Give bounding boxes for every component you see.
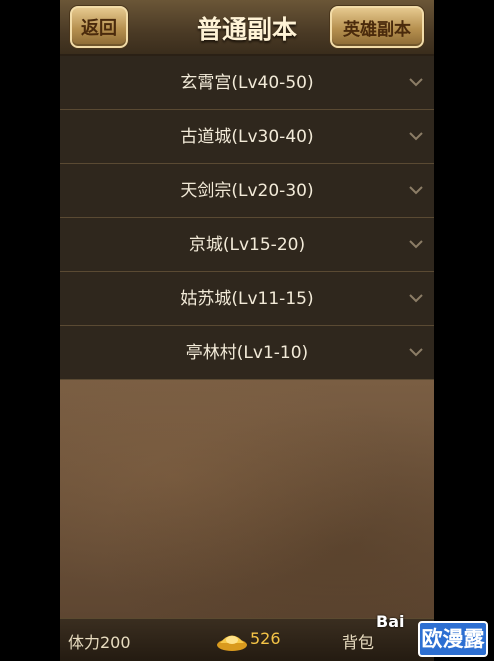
chevron-down-icon[interactable] <box>408 130 424 142</box>
parchment-background <box>60 380 434 618</box>
dungeon-row-jingcheng[interactable]: 京城(Lv15-20) <box>60 218 434 272</box>
chevron-down-icon[interactable] <box>408 346 424 358</box>
gold-ingot-icon <box>217 635 247 651</box>
dungeon-label: 古道城(Lv30-40) <box>180 127 314 147</box>
stamina-label: 体力200 <box>68 633 131 652</box>
header-bar: 返回 普通副本 英雄副本 <box>60 0 434 56</box>
watermark: Bai 欧漫露 <box>374 596 494 661</box>
chevron-down-icon[interactable] <box>408 184 424 196</box>
dungeon-row-xuanxiaogong[interactable]: 玄霄宫(Lv40-50) <box>60 56 434 110</box>
dungeon-row-tianjianzong[interactable]: 天剑宗(Lv20-30) <box>60 164 434 218</box>
dungeon-label: 亭林村(Lv1-10) <box>185 343 309 363</box>
dungeon-row-gudaocheng[interactable]: 古道城(Lv30-40) <box>60 110 434 164</box>
dungeon-label: 玄霄宫(Lv40-50) <box>180 73 314 93</box>
hero-dungeon-button[interactable]: 英雄副本 <box>330 6 424 48</box>
watermark-baidu-text: Bai <box>376 612 405 631</box>
dungeon-label: 姑苏城(Lv11-15) <box>180 289 314 309</box>
game-screen: 返回 普通副本 英雄副本 玄霄宫(Lv40-50) 古道城(Lv30-40) 天… <box>60 0 434 661</box>
gold-amount: 526 <box>250 629 281 648</box>
dungeon-row-tinglincun[interactable]: 亭林村(Lv1-10) <box>60 326 434 380</box>
dungeon-row-gusucheng[interactable]: 姑苏城(Lv11-15) <box>60 272 434 326</box>
chevron-down-icon[interactable] <box>408 292 424 304</box>
bag-button[interactable]: 背包 <box>342 629 374 653</box>
chevron-down-icon[interactable] <box>408 76 424 88</box>
dungeon-list: 玄霄宫(Lv40-50) 古道城(Lv30-40) 天剑宗(Lv20-30) 京… <box>60 56 434 380</box>
watermark-badge: 欧漫露 <box>418 621 488 657</box>
dungeon-label: 天剑宗(Lv20-30) <box>180 181 314 201</box>
back-button[interactable]: 返回 <box>70 6 128 48</box>
chevron-down-icon[interactable] <box>408 238 424 250</box>
page-title: 普通副本 <box>196 15 297 44</box>
dungeon-label: 京城(Lv15-20) <box>188 235 306 255</box>
